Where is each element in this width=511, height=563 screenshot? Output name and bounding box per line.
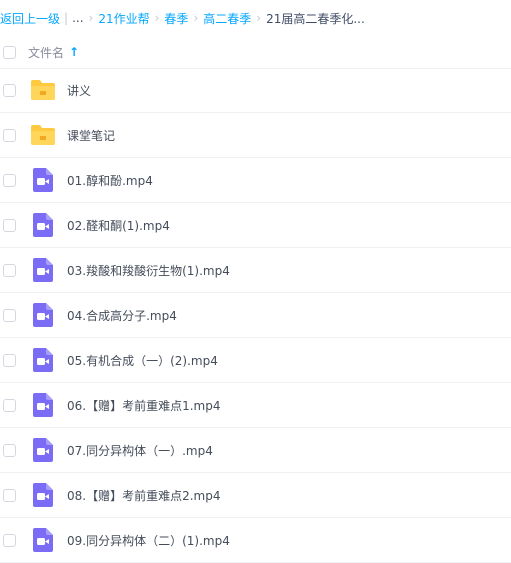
folder-icon	[29, 78, 57, 102]
row-checkbox[interactable]	[3, 128, 16, 142]
file-name[interactable]: 07.同分异构体（一）.mp4	[67, 442, 213, 459]
name-column-label: 文件名	[28, 45, 65, 60]
row-checkbox[interactable]	[3, 443, 16, 457]
file-row[interactable]: 02.醛和酮(1).mp4	[0, 203, 511, 248]
arrow-up-icon: ↑	[69, 45, 80, 59]
folder-icon	[29, 123, 57, 147]
breadcrumb-separator-icon: ›	[193, 11, 199, 25]
name-column-header[interactable]: 文件名 ↑	[28, 44, 79, 61]
row-checkbox[interactable]	[3, 353, 16, 367]
breadcrumb-separator-icon: ›	[154, 11, 160, 25]
file-name[interactable]: 09.同分异构体（二）(1).mp4	[67, 532, 230, 549]
row-checkbox[interactable]	[3, 263, 16, 277]
file-row[interactable]: 05.有机合成（一）(2).mp4	[0, 338, 511, 383]
breadcrumb: 返回上一级 | ... › 21作业帮 › 春季 › 高二春季 › 21届高二春…	[0, 0, 511, 36]
breadcrumb-separator-icon: ›	[256, 11, 262, 25]
video-file-icon	[29, 483, 57, 507]
breadcrumb-item[interactable]: 21作业帮	[98, 10, 149, 27]
row-checkbox[interactable]	[3, 83, 16, 97]
file-row[interactable]: 01.醇和酚.mp4	[0, 158, 511, 203]
breadcrumb-divider: |	[64, 11, 69, 25]
select-all-checkbox[interactable]	[3, 45, 16, 59]
file-name[interactable]: 01.醇和酚.mp4	[67, 172, 153, 189]
file-row[interactable]: 04.合成高分子.mp4	[0, 293, 511, 338]
row-checkbox[interactable]	[3, 488, 16, 502]
row-checkbox[interactable]	[3, 398, 16, 412]
row-checkbox[interactable]	[3, 218, 16, 232]
breadcrumb-separator-icon: ›	[88, 11, 94, 25]
breadcrumb-ellipsis[interactable]: ...	[72, 11, 83, 25]
file-row[interactable]: 08.【赠】考前重难点2.mp4	[0, 473, 511, 518]
folder-row[interactable]: 讲义	[0, 68, 511, 113]
video-file-icon	[29, 168, 57, 192]
video-file-icon	[29, 213, 57, 237]
video-file-icon	[29, 258, 57, 282]
back-link[interactable]: 返回上一级	[0, 10, 60, 27]
row-checkbox[interactable]	[3, 173, 16, 187]
file-name[interactable]: 06.【赠】考前重难点1.mp4	[67, 397, 220, 414]
video-file-icon	[29, 393, 57, 417]
file-name[interactable]: 05.有机合成（一）(2).mp4	[67, 352, 218, 369]
file-name[interactable]: 04.合成高分子.mp4	[67, 307, 177, 324]
file-row[interactable]: 09.同分异构体（二）(1).mp4	[0, 518, 511, 563]
file-name[interactable]: 讲义	[67, 82, 91, 99]
file-list-header: 文件名 ↑	[0, 36, 511, 69]
video-file-icon	[29, 528, 57, 552]
video-file-icon	[29, 438, 57, 462]
row-checkbox[interactable]	[3, 533, 16, 547]
row-checkbox[interactable]	[3, 308, 16, 322]
folder-row[interactable]: 课堂笔记	[0, 113, 511, 158]
breadcrumb-current: 21届高二春季化...	[266, 11, 365, 26]
file-name[interactable]: 课堂笔记	[67, 127, 115, 144]
breadcrumb-item[interactable]: 高二春季	[203, 10, 251, 27]
file-name[interactable]: 03.羧酸和羧酸衍生物(1).mp4	[67, 262, 230, 279]
file-name[interactable]: 02.醛和酮(1).mp4	[67, 217, 170, 234]
file-row[interactable]: 07.同分异构体（一）.mp4	[0, 428, 511, 473]
file-name[interactable]: 08.【赠】考前重难点2.mp4	[67, 487, 220, 504]
file-list: 讲义 课堂笔记 01.醇和酚.mp4 02.醛和酮(1).mp4 03.羧酸和羧…	[0, 68, 511, 563]
file-row[interactable]: 06.【赠】考前重难点1.mp4	[0, 383, 511, 428]
video-file-icon	[29, 303, 57, 327]
breadcrumb-item[interactable]: 春季	[164, 10, 188, 27]
video-file-icon	[29, 348, 57, 372]
file-row[interactable]: 03.羧酸和羧酸衍生物(1).mp4	[0, 248, 511, 293]
